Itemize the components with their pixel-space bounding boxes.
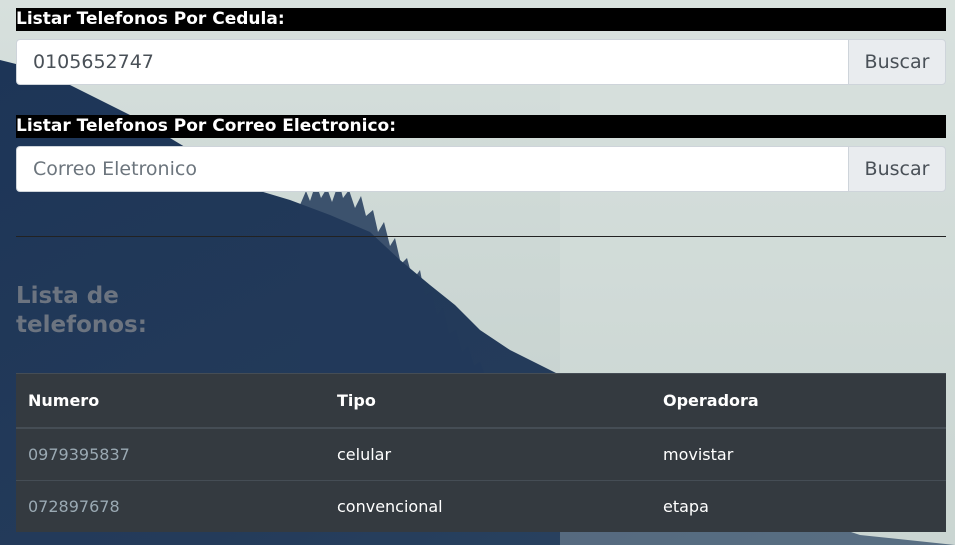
- cedula-section-title: Listar Telefonos Por Cedula:: [16, 8, 946, 31]
- table-row: 0979395837 celular movistar: [16, 427, 946, 481]
- cell-numero: 0979395837: [16, 427, 325, 481]
- cell-tipo: celular: [325, 427, 651, 481]
- correo-search-button[interactable]: Buscar: [848, 146, 946, 192]
- cedula-search-group: Buscar: [16, 39, 946, 85]
- correo-section-title: Listar Telefonos Por Correo Electronico:: [16, 115, 946, 138]
- table-header-row: Numero Tipo Operadora: [16, 373, 946, 429]
- cedula-input[interactable]: [16, 39, 848, 85]
- section-divider: [16, 236, 946, 237]
- cedula-search-button[interactable]: Buscar: [848, 39, 946, 85]
- correo-input[interactable]: [16, 146, 848, 192]
- cell-tipo: convencional: [325, 480, 651, 532]
- list-heading: Lista de telefonos:: [16, 283, 147, 338]
- phones-table: Numero Tipo Operadora 0979395837 celular…: [16, 373, 946, 532]
- cell-operadora: etapa: [651, 480, 946, 532]
- header-operadora: Operadora: [651, 373, 946, 429]
- header-numero: Numero: [16, 373, 325, 429]
- correo-search-group: Buscar: [16, 146, 946, 192]
- table-row: 072897678 convencional etapa: [16, 480, 946, 532]
- header-tipo: Tipo: [325, 373, 651, 429]
- cell-numero: 072897678: [16, 480, 325, 532]
- main-content: Listar Telefonos Por Cedula: Buscar List…: [16, 8, 946, 532]
- cell-operadora: movistar: [651, 427, 946, 481]
